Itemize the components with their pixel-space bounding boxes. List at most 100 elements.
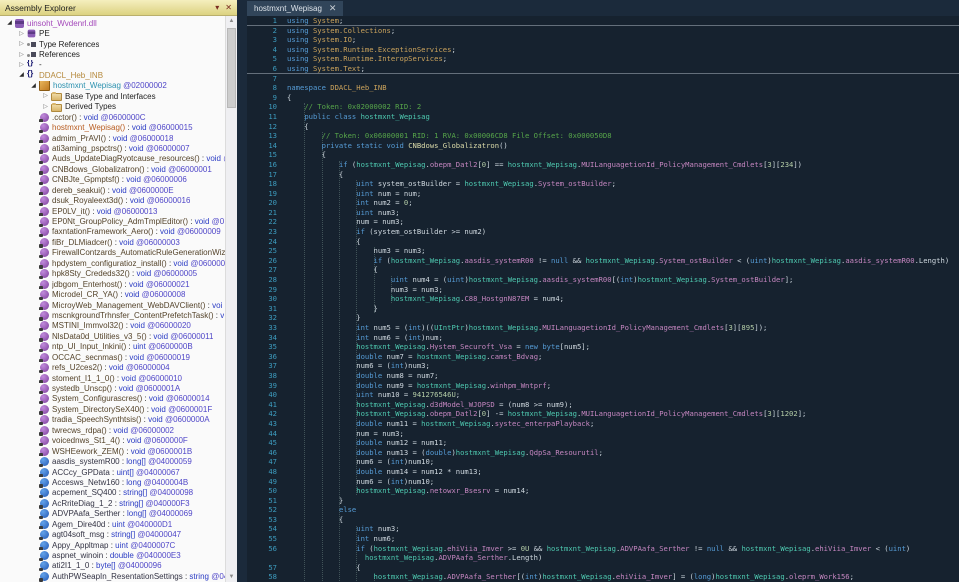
- expand-icon[interactable]: ▷: [16, 29, 27, 39]
- tree-item[interactable]: CNBdows_Globalizatron() : void @06000001: [0, 164, 237, 174]
- tree-item[interactable]: FirewallContzards_AutomaticRuleGeneratio…: [0, 248, 237, 258]
- collapse-icon[interactable]: ◢: [4, 18, 15, 28]
- assembly-tree[interactable]: ◢uinsoht_Wvdenrl.dll▷PE▷Type References▷…: [0, 16, 237, 582]
- scroll-up-icon[interactable]: ▲: [229, 16, 235, 26]
- tree-item[interactable]: mscnkgroundTrhnsfer_ContentPrefetchTask(…: [0, 310, 237, 320]
- line-number: 50: [247, 486, 287, 496]
- tree-item[interactable]: ◢uinsoht_Wvdenrl.dll: [0, 18, 237, 28]
- tree-item[interactable]: ati2I1_1_0 : byte[] @04000096: [0, 561, 237, 571]
- code-text: {: [287, 150, 326, 160]
- code-text: num3 = num3;: [287, 246, 425, 256]
- tree-item[interactable]: acpement_SQ400 : string[] @04000098: [0, 488, 237, 498]
- tree-item[interactable]: ▷PE: [0, 28, 237, 38]
- tree-item[interactable]: voicednws_St1_4() : void @0600000F: [0, 436, 237, 446]
- tree-item[interactable]: Auds_UpdateDiagRyotcause_resources() : v…: [0, 154, 237, 164]
- code-line: 26 if (hostmxnt_Wepisag.aasdis_systemR00…: [247, 256, 959, 266]
- code-view[interactable]: 1using System;2using System.Collections;…: [247, 16, 959, 582]
- method-icon: [40, 290, 49, 299]
- tree-item[interactable]: NlsData0d_Utilities_v3_5() : void @06000…: [0, 331, 237, 341]
- code-line: 24 {: [247, 237, 959, 247]
- tree-item[interactable]: ▷References: [0, 49, 237, 59]
- tree-item-label: -: [39, 60, 42, 69]
- expand-icon[interactable]: ▷: [40, 91, 51, 101]
- tree-item[interactable]: tradia_SpeechSynthtsis() : void @0600000…: [0, 415, 237, 425]
- tree-item[interactable]: twrecws_rdpa() : void @06000002: [0, 425, 237, 435]
- tree-item[interactable]: aasdis_systemR00 : long[] @04000059: [0, 456, 237, 466]
- tree-item[interactable]: ◢DDACL_Heb_INB: [0, 70, 237, 80]
- line-number: 27: [247, 265, 287, 275]
- code-text: num6 = (int)num3;: [287, 361, 430, 371]
- tree-item[interactable]: hpk8Sty_Crededs32() : void @06000005: [0, 269, 237, 279]
- tree-item[interactable]: hpdystem_configuratioz_install() : void …: [0, 258, 237, 268]
- field-icon: [40, 509, 49, 518]
- expand-icon[interactable]: ▷: [40, 102, 51, 112]
- code-text: if (hostmxnt_Wepisag.ehiViia_Imver >= 0U…: [287, 544, 910, 554]
- tree-item[interactable]: CNBJte_Gpmptsf() : void @06000006: [0, 175, 237, 185]
- tree-item[interactable]: System_DirectorySeX40() : void @0600001F: [0, 404, 237, 414]
- tree-item[interactable]: dereb_seakui() : void @0600000E: [0, 185, 237, 195]
- tree-item[interactable]: stoment_I1_1_0() : void @06000010: [0, 373, 237, 383]
- tree-item[interactable]: aspnet_winoin : double @040000E3: [0, 550, 237, 560]
- tree-item[interactable]: systedb_Unscp() : void @0600001A: [0, 383, 237, 393]
- tree-item-label: dsuk_Royaleext3d() : void @06000016: [52, 196, 190, 205]
- panel-titlebar[interactable]: Assembly Explorer ▾ ✕: [0, 0, 237, 16]
- tree-item[interactable]: EP0Nt_GroupPolicy_AdmTmplEditor() : void…: [0, 216, 237, 226]
- expand-icon[interactable]: ▷: [16, 39, 27, 49]
- tree-item[interactable]: ntp_UI_Input_Inkini() : uint @0600000B: [0, 342, 237, 352]
- tree-item[interactable]: OCCAC_secnmas() : void @06000019: [0, 352, 237, 362]
- tree-item[interactable]: ati3aming_pspctrs() : void @06000007: [0, 143, 237, 153]
- tree-item[interactable]: faxntationFramework_Aero() : void @06000…: [0, 227, 237, 237]
- code-line: 56 if (hostmxnt_Wepisag.ehiViia_Imver >=…: [247, 544, 959, 554]
- tree-item[interactable]: Agem_Dire40d : uint @040000D1: [0, 519, 237, 529]
- method-icon: [40, 144, 49, 153]
- line-number: 53: [247, 515, 287, 525]
- tree-item[interactable]: ▷Derived Types: [0, 102, 237, 112]
- tree-item[interactable]: Microdel_CR_YA() : void @06000008: [0, 289, 237, 299]
- tree-item[interactable]: AcRriteDiag_1_2 : string[] @040000F3: [0, 498, 237, 508]
- close-icon[interactable]: ✕: [225, 4, 232, 12]
- scrollbar-thumb[interactable]: [227, 28, 236, 108]
- tree-item[interactable]: jdbgom_Enterhost() : void @06000021: [0, 279, 237, 289]
- tree-item[interactable]: .cctor() : void @0600000C: [0, 112, 237, 122]
- tree-item[interactable]: MSTINI_Immvol32() : void @06000020: [0, 321, 237, 331]
- method-icon: [40, 134, 49, 143]
- code-text: using System.IO;: [287, 35, 356, 45]
- line-number: 11: [247, 112, 287, 122]
- expand-icon[interactable]: ▷: [16, 50, 27, 60]
- panel-splitter[interactable]: [237, 0, 247, 582]
- tree-item[interactable]: dsuk_Royaleext3d() : void @06000016: [0, 195, 237, 205]
- tab-close-icon[interactable]: ✕: [329, 4, 337, 13]
- code-line: 32 }: [247, 313, 959, 323]
- tree-item[interactable]: admim_PrAVI() : void @06000018: [0, 133, 237, 143]
- tree-item[interactable]: MicroyWeb_Management_WebDAVClient() : vo…: [0, 300, 237, 310]
- tree-item[interactable]: ▷Type References: [0, 39, 237, 49]
- tree-item[interactable]: ▷Base Type and Interfaces: [0, 91, 237, 101]
- tree-item[interactable]: ▷-: [0, 60, 237, 70]
- expand-icon[interactable]: ▷: [16, 60, 27, 70]
- tree-item[interactable]: WSHEework_ZEM() : void @0600001B: [0, 446, 237, 456]
- collapse-icon[interactable]: ◢: [16, 70, 27, 80]
- tree-item[interactable]: System_Configurascres() : void @06000014: [0, 394, 237, 404]
- tree-item[interactable]: Accesws_Netw160 : long @0400004B: [0, 477, 237, 487]
- window-position-icon[interactable]: ▾: [215, 4, 219, 12]
- tree-item[interactable]: Appy_Appltmap : uint @0400007C: [0, 540, 237, 550]
- code-line: 58 hostmxnt_Wepisag.ADVPAafa_Serther[(in…: [247, 572, 959, 582]
- tree-item[interactable]: ADVPAafa_Serther : long[] @04000069: [0, 509, 237, 519]
- tree-item[interactable]: fiBr_DLMiadcer() : void @06000003: [0, 237, 237, 247]
- tree-item[interactable]: ◢hostmxnt_Wepisag @02000002: [0, 81, 237, 91]
- code-text: num = num3;: [287, 429, 404, 439]
- tree-item[interactable]: hostmxnt_Wepisag() : void @06000015: [0, 122, 237, 132]
- tree-item[interactable]: AuthPWSeapIn_ResentationSettings : strin…: [0, 571, 237, 581]
- collapse-icon[interactable]: ◢: [28, 81, 39, 91]
- code-text: hostmxnt_Wepisag.obepm_Datl2[0] -= hostm…: [287, 409, 806, 419]
- scroll-down-icon[interactable]: ▼: [229, 572, 235, 582]
- tab-hostmxnt-wepisag[interactable]: hostmxnt_Wepisag ✕: [247, 1, 343, 16]
- tree-item[interactable]: EP0LV_it() : void @06000013: [0, 206, 237, 216]
- tree-item[interactable]: agt04soft_msg : string[] @04000047: [0, 529, 237, 539]
- tree-item[interactable]: refs_U2ces2() : void @06000004: [0, 362, 237, 372]
- tree-item[interactable]: ACCcy_GPData : uint[] @04000067: [0, 467, 237, 477]
- tree-scrollbar[interactable]: ▲ ▼: [225, 16, 237, 582]
- code-text: }: [287, 496, 343, 506]
- tree-item-label: systedb_Unscp() : void @0600001A: [52, 384, 180, 393]
- line-number: 36: [247, 352, 287, 362]
